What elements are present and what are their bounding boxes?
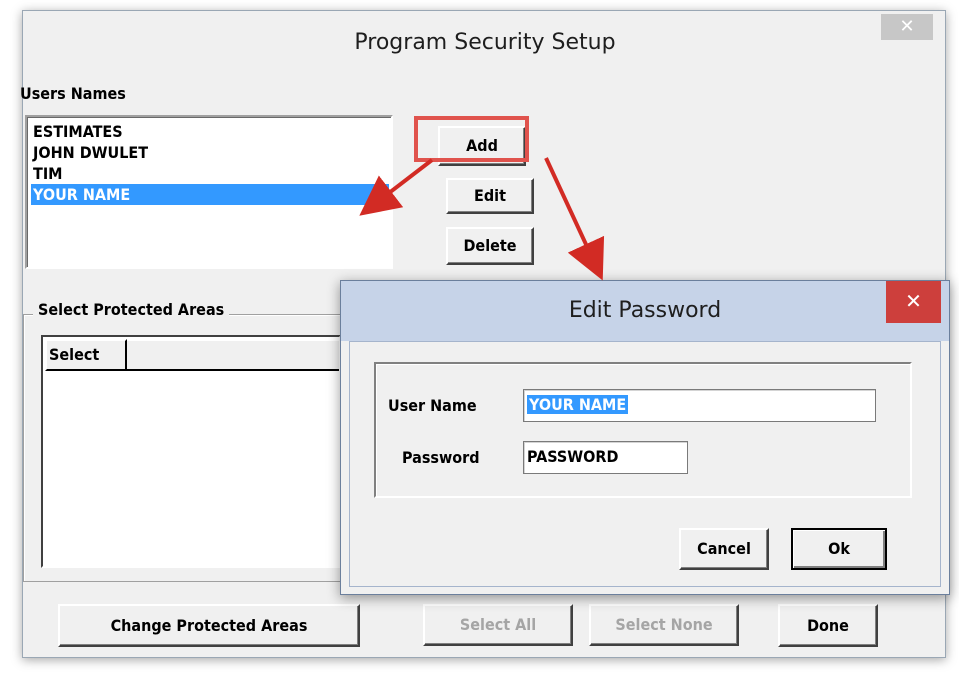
arrow-to-dialog <box>544 157 605 281</box>
annotation-arrows <box>359 157 605 281</box>
arrow-to-list <box>359 158 434 216</box>
